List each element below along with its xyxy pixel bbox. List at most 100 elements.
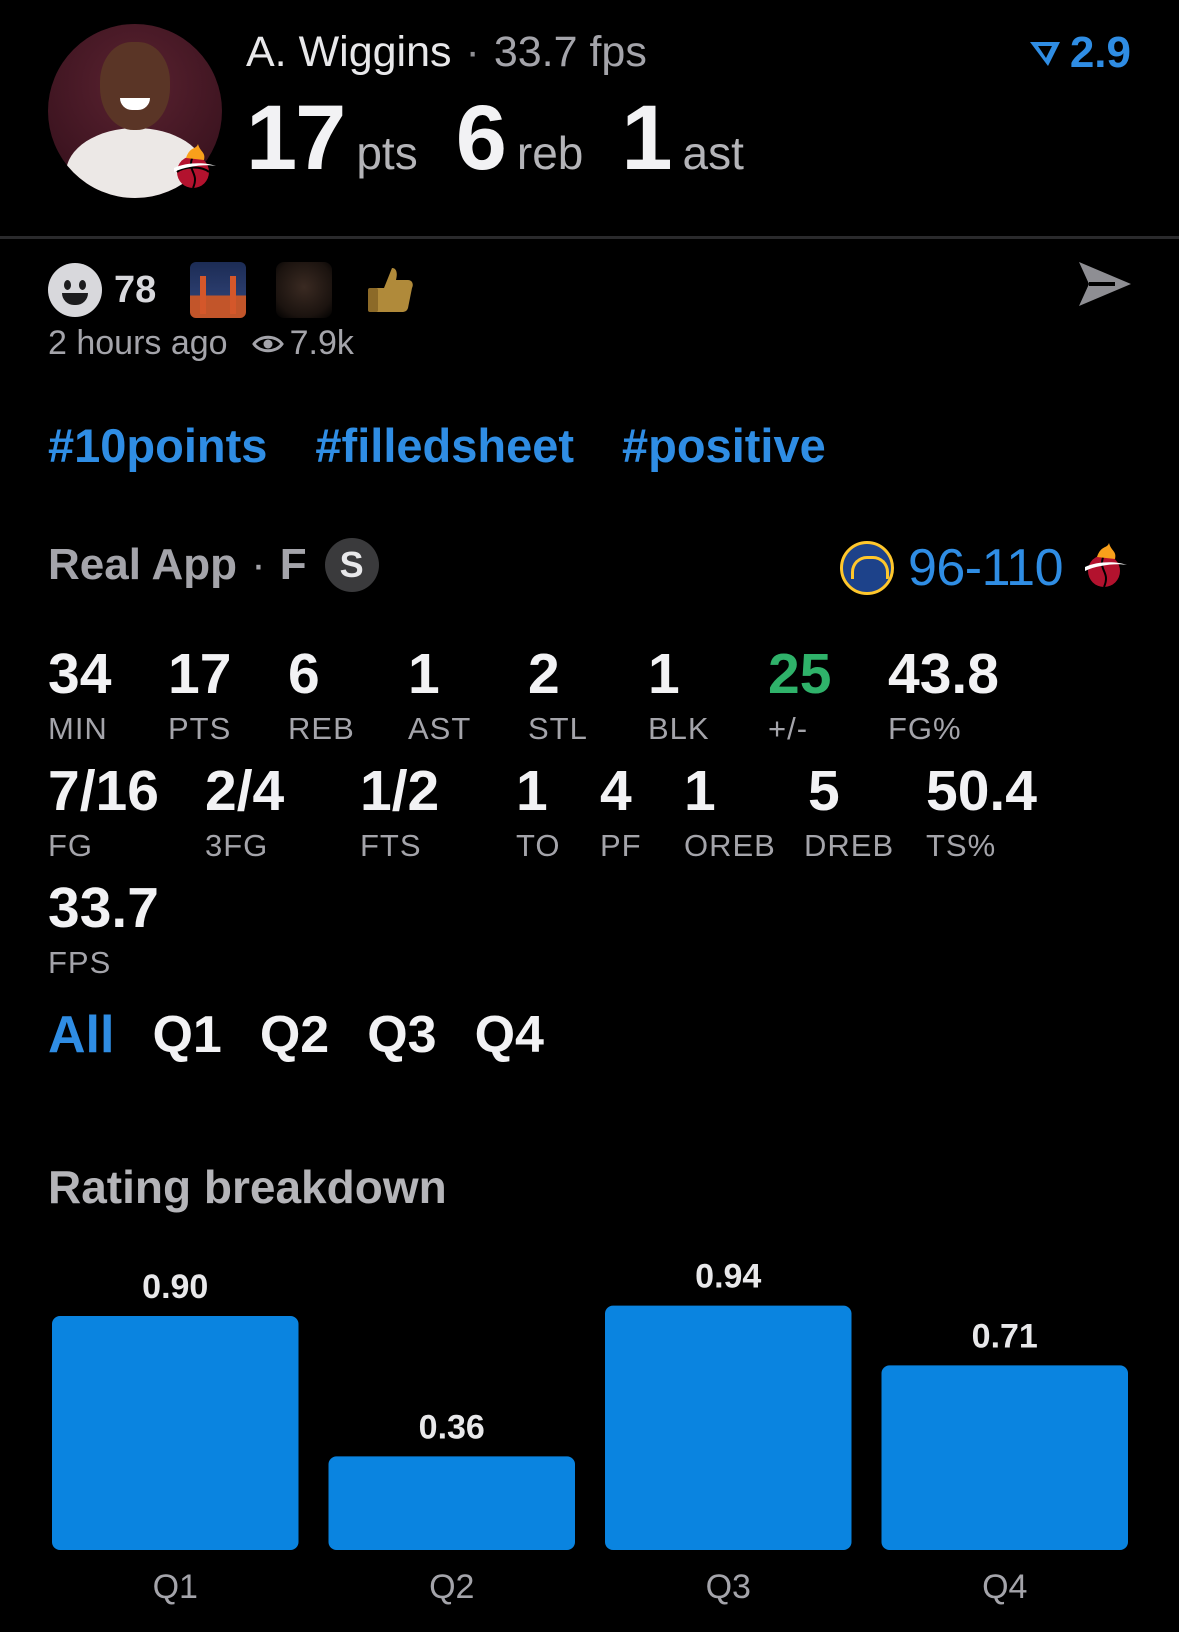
- category-label: Q3: [706, 1568, 751, 1606]
- stat-value: 1: [648, 642, 680, 706]
- bar-q1[interactable]: [52, 1316, 299, 1550]
- stat-value: 1: [516, 759, 548, 823]
- bar-q3[interactable]: [605, 1305, 852, 1550]
- bridge-at-night-icon[interactable]: [190, 262, 247, 318]
- chart-title: Rating breakdown: [48, 1161, 447, 1213]
- stat-dreb: 5 DREB: [804, 763, 894, 864]
- assists-value: 1: [621, 87, 672, 189]
- hashtag[interactable]: #10points: [48, 418, 267, 473]
- heat-logo-icon: [174, 144, 216, 189]
- bar-value-label: 0.36: [419, 1408, 485, 1446]
- assists-label: ast: [682, 127, 744, 179]
- stat-to: 1 TO: [516, 763, 561, 864]
- bar-value-label: 0.94: [695, 1258, 761, 1296]
- hashtag[interactable]: #positive: [622, 418, 826, 473]
- rebounds-value: 6: [455, 87, 507, 189]
- post-time: 2 hours ago: [48, 324, 228, 362]
- stat-reb: 6 REB: [288, 646, 355, 747]
- header-divider: [0, 236, 1179, 239]
- stat-label: TS%: [926, 828, 997, 863]
- view-count-value: 7.9k: [289, 324, 354, 362]
- player-name[interactable]: A. Wiggins: [246, 28, 452, 76]
- stat-value: 33.7: [48, 876, 159, 940]
- stat-fg-pct: 43.8 FG%: [888, 646, 999, 747]
- stat-label: +/-: [768, 711, 809, 746]
- score-value: 96-110: [907, 539, 1064, 597]
- headline-statline: 17 pts 6 reb 1 ast: [246, 86, 782, 191]
- stat-3fg: 2/4 3FG: [205, 763, 284, 864]
- separator-dot: ·: [465, 28, 480, 76]
- thumbs-up-icon[interactable]: [362, 262, 418, 318]
- player-face-icon[interactable]: [276, 262, 333, 318]
- stat-label: TO: [516, 828, 561, 863]
- stat-value: 1/2: [360, 759, 440, 823]
- points-value: 17: [246, 87, 346, 189]
- tab-q1[interactable]: Q1: [152, 1005, 221, 1065]
- stat-label: DREB: [804, 828, 895, 863]
- reaction-count: 78: [114, 268, 157, 311]
- bar-q2[interactable]: [328, 1456, 576, 1550]
- stat-value: 43.8: [888, 642, 999, 706]
- rating-value: 2.9: [1069, 28, 1131, 77]
- category-label: Q1: [153, 1568, 198, 1606]
- stat-value: 25: [768, 642, 832, 706]
- quarter-tabs: All Q1 Q2 Q3 Q4: [48, 1005, 544, 1065]
- source-name: Real App: [48, 540, 238, 589]
- stat-value: 17: [168, 642, 232, 706]
- game-score[interactable]: 96-110: [839, 538, 1131, 598]
- tab-all[interactable]: All: [48, 1005, 114, 1065]
- stat-fps: 33.7 FPS: [48, 880, 159, 981]
- stat-value: 34: [48, 642, 112, 706]
- stat-label: REB: [288, 711, 355, 746]
- stat-label: AST: [408, 711, 472, 746]
- stat-value: 50.4: [926, 759, 1037, 823]
- stat-pf: 4 PF: [600, 763, 642, 864]
- rating-arrow-icon: [1029, 42, 1060, 66]
- stat-pts: 17 PTS: [168, 646, 231, 747]
- points-label: pts: [356, 127, 418, 179]
- reactions-bar: 78: [48, 262, 448, 318]
- player-name-line[interactable]: A. Wiggins · 33.7 fps: [246, 28, 647, 77]
- smiley-react-icon[interactable]: [48, 263, 102, 317]
- view-count: 7.9k: [251, 324, 354, 363]
- tab-q2[interactable]: Q2: [260, 1005, 329, 1065]
- stat-ts-pct: 50.4 TS%: [926, 763, 1037, 864]
- stat-label: STL: [528, 711, 588, 746]
- hashtag[interactable]: #filledsheet: [315, 418, 574, 473]
- stat-ast: 1 AST: [408, 646, 471, 747]
- player-head: [100, 42, 170, 130]
- rating-score[interactable]: 2.9: [1028, 28, 1131, 78]
- bar-q4[interactable]: [881, 1365, 1129, 1550]
- stat-value: 2: [528, 642, 560, 706]
- stat-label: FG%: [888, 711, 962, 746]
- game-status: F: [279, 540, 307, 589]
- stat-value: 7/16: [48, 759, 159, 823]
- rebounds-label: reb: [516, 127, 584, 179]
- category-label: Q4: [982, 1568, 1027, 1606]
- game-source: Real App · F S: [48, 538, 379, 592]
- stat-blk: 1 BLK: [648, 646, 710, 747]
- bar-value-label: 0.90: [142, 1268, 208, 1306]
- category-label: Q2: [429, 1568, 474, 1606]
- tab-q4[interactable]: Q4: [475, 1005, 544, 1065]
- stat-fg: 7/16 FG: [48, 763, 159, 864]
- stat-value: 4: [600, 759, 632, 823]
- player-fps: 33.7 fps: [493, 28, 647, 76]
- stat-value: 6: [288, 642, 320, 706]
- stat-fts: 1/2 FTS: [360, 763, 439, 864]
- stat-label: 3FG: [205, 828, 269, 863]
- stat-label: OREB: [684, 828, 776, 863]
- tab-q3[interactable]: Q3: [367, 1005, 436, 1065]
- post-meta: 2 hours ago 7.9k: [48, 324, 354, 363]
- send-icon[interactable]: [1075, 256, 1135, 312]
- stat-label: PF: [600, 828, 642, 863]
- stat-value: 2/4: [205, 759, 285, 823]
- eye-icon: [251, 335, 284, 352]
- stat-label: FPS: [48, 945, 112, 980]
- rating-breakdown-chart: 0.90 Q1 0.36 Q2 0.94 Q3 0.71 Q4: [52, 1258, 1129, 1606]
- stat-value: 1: [684, 759, 716, 823]
- stat-plus-minus: 25 +/-: [768, 646, 831, 747]
- stat-label: MIN: [48, 711, 108, 746]
- stat-label: FG: [48, 828, 94, 863]
- separator-dot: ·: [251, 540, 266, 589]
